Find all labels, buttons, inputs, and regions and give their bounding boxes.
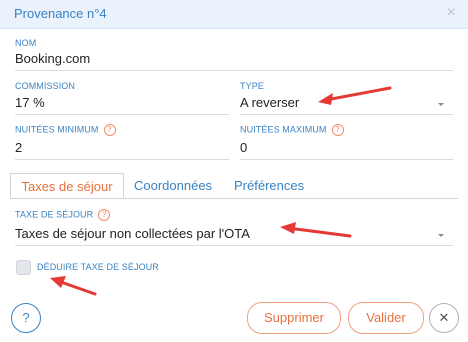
- deduire-checkbox[interactable]: [16, 260, 31, 275]
- tab-divider: [10, 198, 458, 199]
- tab-coordonnees[interactable]: Coordonnées: [134, 174, 212, 198]
- help-icon[interactable]: ?: [103, 124, 116, 136]
- nuitees-max-label: NUITÉES MAXIMUM?: [240, 124, 344, 136]
- dialog-title: Provenance n°4: [14, 6, 107, 21]
- type-label: TYPE: [240, 81, 264, 91]
- close-button[interactable]: ✕: [429, 303, 459, 333]
- nuitees-max-input[interactable]: 0: [240, 140, 247, 155]
- nuitees-min-input[interactable]: 2: [15, 140, 22, 155]
- taxe-sejour-label: TAXE DE SÉJOUR?: [15, 209, 111, 221]
- deduire-label: DÉDUIRE TAXE DE SÉJOUR: [37, 262, 159, 272]
- dialog-header: Provenance n°4 ×: [0, 0, 468, 29]
- nom-underline: [15, 70, 453, 71]
- close-icon[interactable]: ×: [447, 4, 456, 22]
- commission-label: COMMISSION: [15, 81, 76, 91]
- tab-taxes-sejour[interactable]: Taxes de séjour: [10, 173, 124, 199]
- chevron-down-icon[interactable]: [438, 234, 444, 237]
- validate-button[interactable]: Valider: [348, 302, 424, 334]
- taxe-sejour-underline: [15, 245, 453, 246]
- nom-input[interactable]: Booking.com: [15, 51, 90, 66]
- nuitees-max-label-text: NUITÉES MAXIMUM: [240, 124, 327, 135]
- chevron-down-icon[interactable]: [438, 103, 444, 106]
- type-underline: [240, 114, 453, 115]
- commission-underline: [15, 114, 229, 115]
- arrow-annotation-deduire: [50, 276, 97, 296]
- nuitees-min-underline: [15, 159, 229, 160]
- delete-button[interactable]: Supprimer: [247, 302, 341, 334]
- help-icon[interactable]: ?: [98, 209, 111, 221]
- help-icon[interactable]: ?: [331, 124, 344, 136]
- nuitees-min-label-text: NUITÉES MINIMUM: [15, 124, 99, 135]
- nuitees-max-underline: [240, 159, 453, 160]
- tab-preferences[interactable]: Préférences: [234, 174, 304, 198]
- type-select[interactable]: A reverser: [240, 95, 299, 110]
- taxe-sejour-select[interactable]: Taxes de séjour non collectées par l'OTA: [15, 226, 250, 241]
- taxe-sejour-label-text: TAXE DE SÉJOUR: [15, 209, 94, 220]
- commission-input[interactable]: 17 %: [15, 95, 45, 110]
- nom-label: NOM: [15, 38, 37, 48]
- help-button[interactable]: ?: [11, 303, 41, 333]
- nuitees-min-label: NUITÉES MINIMUM?: [15, 124, 116, 136]
